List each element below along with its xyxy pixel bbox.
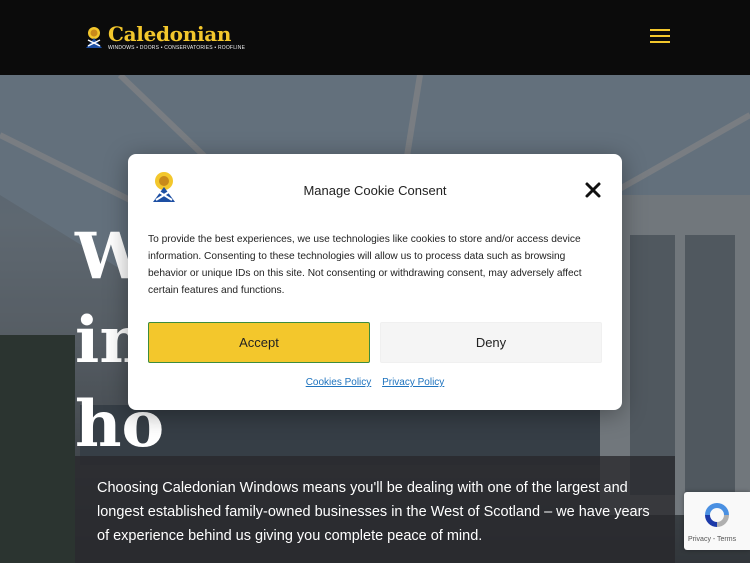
- brand-tagline: WINDOWS • DOORS • CONSERVATORIES • ROOFL…: [108, 45, 246, 51]
- hero-info-box: Choosing Caledonian Windows means you'll…: [75, 456, 675, 563]
- recaptcha-links[interactable]: Privacy - Terms: [688, 536, 736, 543]
- recaptcha-badge[interactable]: Privacy - Terms: [684, 492, 750, 550]
- site-header: Caledonian WINDOWS • DOORS • CONSERVATOR…: [0, 0, 750, 75]
- cookie-consent-modal: Manage Cookie Consent To provide the bes…: [128, 154, 622, 410]
- modal-title: Manage Cookie Consent: [303, 183, 447, 198]
- recaptcha-icon: [705, 503, 729, 527]
- close-icon[interactable]: [584, 181, 602, 199]
- modal-body-text: To provide the best experiences, we use …: [148, 234, 582, 296]
- policy-links: Cookies Policy Privacy Policy: [128, 377, 622, 388]
- cookies-policy-link[interactable]: Cookies Policy: [306, 377, 372, 388]
- accept-button[interactable]: Accept: [148, 322, 370, 363]
- hero-info-text: Choosing Caledonian Windows means you'll…: [97, 480, 650, 544]
- lion-mascot-icon: [86, 26, 102, 48]
- privacy-policy-link[interactable]: Privacy Policy: [382, 377, 444, 388]
- deny-button[interactable]: Deny: [380, 322, 602, 363]
- brand-name: Caledonian: [108, 22, 232, 46]
- brand-logo[interactable]: Caledonian WINDOWS • DOORS • CONSERVATOR…: [83, 24, 245, 51]
- hamburger-menu-icon[interactable]: [650, 29, 670, 45]
